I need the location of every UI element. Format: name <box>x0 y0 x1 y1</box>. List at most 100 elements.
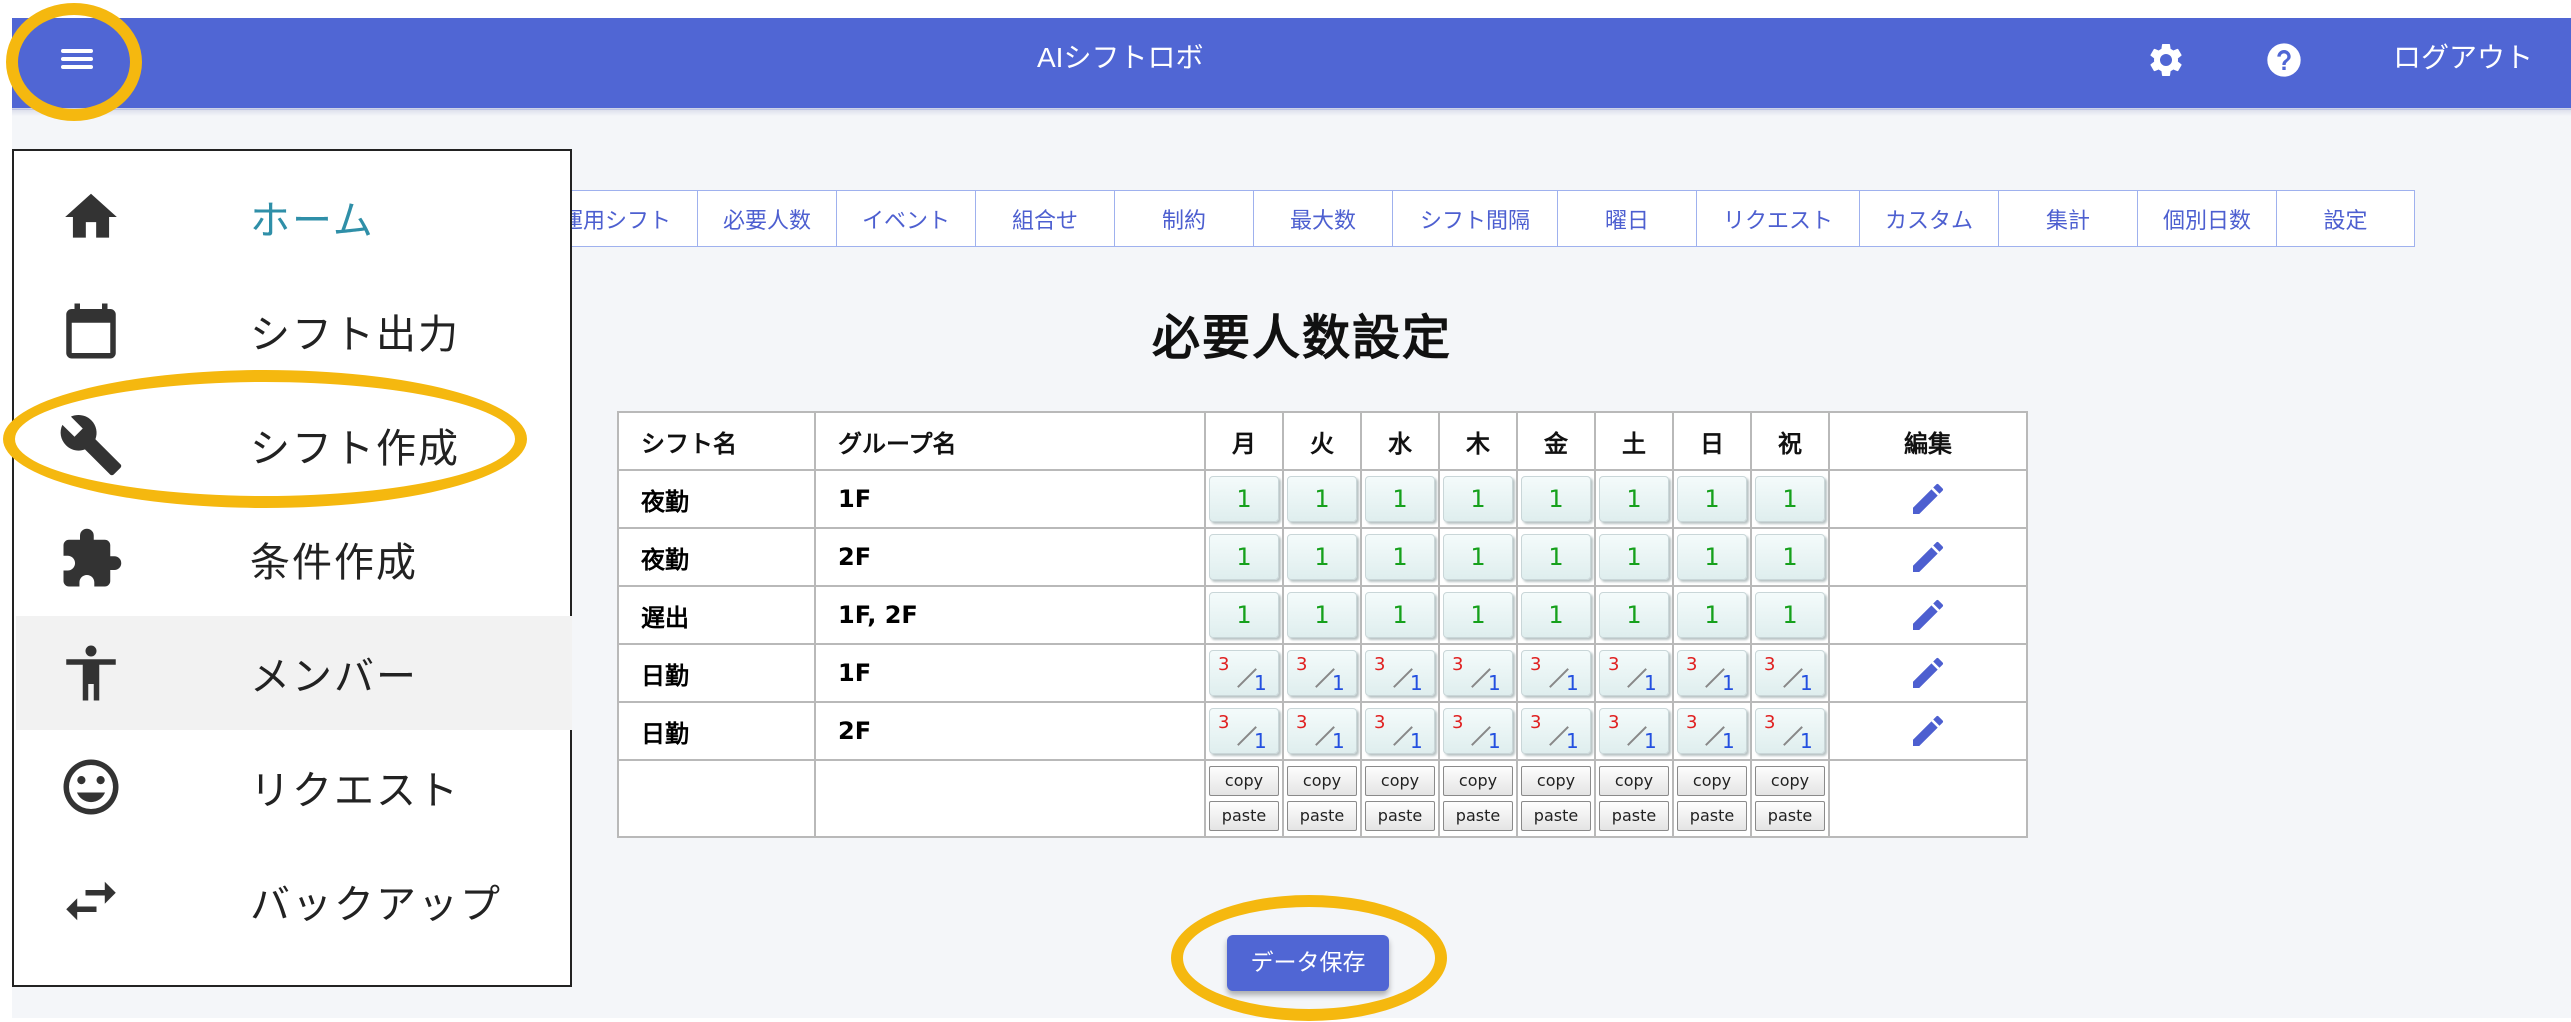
nav-item-request[interactable]: リクエスト <box>16 730 572 844</box>
min-count: 1 <box>1566 729 1579 753</box>
nav-item-member[interactable]: メンバー <box>16 616 572 730</box>
range-count-button[interactable]: 31 <box>1521 650 1591 696</box>
count-button[interactable]: 1 <box>1599 534 1669 580</box>
range-count-button[interactable]: 31 <box>1677 708 1747 754</box>
nav-item-shift-output[interactable]: シフト出力 <box>16 274 572 388</box>
tab-event[interactable]: イベント <box>837 191 976 246</box>
range-count-button[interactable]: 31 <box>1209 708 1279 754</box>
range-count-button[interactable]: 31 <box>1443 708 1513 754</box>
range-count-button[interactable]: 31 <box>1599 650 1669 696</box>
group-name-cell: 1F, 2F <box>814 585 1206 645</box>
copy-button[interactable]: copy <box>1443 766 1513 796</box>
range-count-button[interactable]: 31 <box>1287 650 1357 696</box>
tab-settings[interactable]: 設定 <box>2277 191 2414 246</box>
edit-pencil-icon[interactable] <box>1908 715 1948 746</box>
empty-cell <box>1828 759 2028 838</box>
nav-item-condition-create[interactable]: 条件作成 <box>16 502 572 616</box>
tab-weekday[interactable]: 曜日 <box>1558 191 1697 246</box>
paste-button[interactable]: paste <box>1287 801 1357 831</box>
count-button[interactable]: 1 <box>1443 592 1513 638</box>
gear-icon[interactable] <box>2146 40 2186 80</box>
empty-cell <box>814 759 1206 838</box>
count-button[interactable]: 1 <box>1287 476 1357 522</box>
range-count-button[interactable]: 31 <box>1365 708 1435 754</box>
count-button[interactable]: 1 <box>1209 534 1279 580</box>
copy-button[interactable]: copy <box>1599 766 1669 796</box>
count-button[interactable]: 1 <box>1209 592 1279 638</box>
paste-button[interactable]: paste <box>1677 801 1747 831</box>
count-button[interactable]: 1 <box>1755 476 1825 522</box>
paste-button[interactable]: paste <box>1365 801 1435 831</box>
count-button[interactable]: 1 <box>1677 476 1747 522</box>
save-data-button[interactable]: データ保存 <box>1227 935 1389 991</box>
range-count-button[interactable]: 31 <box>1755 650 1825 696</box>
tab-request[interactable]: リクエスト <box>1697 191 1860 246</box>
day-count-cell: 31 <box>1750 643 1830 703</box>
copy-button[interactable]: copy <box>1677 766 1747 796</box>
nav-item-shift-create[interactable]: シフト作成 <box>16 388 572 502</box>
count-button[interactable]: 1 <box>1677 534 1747 580</box>
count-button[interactable]: 1 <box>1365 534 1435 580</box>
copy-paste-cell: copy paste <box>1204 759 1284 838</box>
count-button[interactable]: 1 <box>1209 476 1279 522</box>
paste-button[interactable]: paste <box>1209 801 1279 831</box>
tab-shift-interval[interactable]: シフト間隔 <box>1393 191 1558 246</box>
day-count-cell: 31 <box>1672 701 1752 761</box>
range-count-button[interactable]: 31 <box>1599 708 1669 754</box>
day-count-cell: 1 <box>1282 585 1362 645</box>
tab-summary[interactable]: 集計 <box>1999 191 2138 246</box>
count-button[interactable]: 1 <box>1599 476 1669 522</box>
count-button[interactable]: 1 <box>1755 592 1825 638</box>
column-header-shift: シフト名 <box>617 411 816 471</box>
count-button[interactable]: 1 <box>1365 476 1435 522</box>
count-button[interactable]: 1 <box>1521 592 1591 638</box>
min-count: 1 <box>1488 671 1501 695</box>
range-count-button[interactable]: 31 <box>1521 708 1591 754</box>
range-count-button[interactable]: 31 <box>1287 708 1357 754</box>
copy-button[interactable]: copy <box>1755 766 1825 796</box>
range-count-button[interactable]: 31 <box>1365 650 1435 696</box>
paste-button[interactable]: paste <box>1599 801 1669 831</box>
tab-required-count[interactable]: 必要人数 <box>698 191 837 246</box>
tab-combination[interactable]: 組合せ <box>976 191 1115 246</box>
count-button[interactable]: 1 <box>1365 592 1435 638</box>
edit-pencil-icon[interactable] <box>1908 541 1948 572</box>
count-button[interactable]: 1 <box>1443 534 1513 580</box>
range-count-button[interactable]: 31 <box>1209 650 1279 696</box>
table-row: 日勤 1F 3 1 3 1 3 1 3 1 3 1 3 1 3 1 3 1 <box>617 643 2028 703</box>
logout-link[interactable]: ログアウト <box>2393 36 2533 76</box>
nav-label-backup: バックアップ <box>250 883 502 927</box>
edit-pencil-icon[interactable] <box>1908 483 1948 514</box>
copy-button[interactable]: copy <box>1287 766 1357 796</box>
count-button[interactable]: 1 <box>1677 592 1747 638</box>
menu-icon[interactable] <box>58 45 96 75</box>
nav-item-home[interactable]: ホーム <box>16 160 572 274</box>
count-button[interactable]: 1 <box>1443 476 1513 522</box>
tab-custom[interactable]: カスタム <box>1860 191 1999 246</box>
count-button[interactable]: 1 <box>1287 534 1357 580</box>
count-button[interactable]: 1 <box>1521 534 1591 580</box>
count-button[interactable]: 1 <box>1599 592 1669 638</box>
copy-button[interactable]: copy <box>1209 766 1279 796</box>
min-count: 1 <box>1332 671 1345 695</box>
tab-individual-days[interactable]: 個別日数 <box>2138 191 2277 246</box>
range-count-button[interactable]: 31 <box>1677 650 1747 696</box>
count-button[interactable]: 1 <box>1755 534 1825 580</box>
copy-button[interactable]: copy <box>1521 766 1591 796</box>
paste-button[interactable]: paste <box>1755 801 1825 831</box>
help-icon[interactable] <box>2264 40 2304 80</box>
copy-paste-cell: copy paste <box>1672 759 1752 838</box>
copy-button[interactable]: copy <box>1365 766 1435 796</box>
count-button[interactable]: 1 <box>1521 476 1591 522</box>
tab-constraint[interactable]: 制約 <box>1115 191 1254 246</box>
edit-pencil-icon[interactable] <box>1908 657 1948 688</box>
count-button[interactable]: 1 <box>1287 592 1357 638</box>
paste-button[interactable]: paste <box>1443 801 1513 831</box>
edit-pencil-icon[interactable] <box>1908 599 1948 630</box>
nav-item-backup[interactable]: バックアップ <box>16 844 572 958</box>
paste-button[interactable]: paste <box>1521 801 1591 831</box>
range-count-button[interactable]: 31 <box>1443 650 1513 696</box>
min-count: 1 <box>1254 671 1267 695</box>
range-count-button[interactable]: 31 <box>1755 708 1825 754</box>
tab-maximum[interactable]: 最大数 <box>1254 191 1393 246</box>
